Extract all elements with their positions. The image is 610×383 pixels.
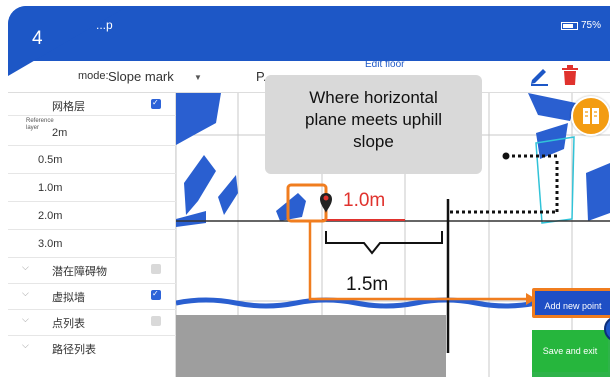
chevron-down-icon[interactable]: ⌵ <box>22 288 29 299</box>
trash-icon[interactable] <box>560 64 580 86</box>
layer-sidebar: 网格层 Reference layer 2m 0.5m 1.0m 2.0m 3.… <box>8 93 176 377</box>
sidebar-item-3-0m[interactable]: 3.0m <box>8 230 176 258</box>
pen-icon[interactable] <box>528 64 550 86</box>
chevron-down-icon[interactable]: ⌵ <box>22 314 29 325</box>
sidebar-item-2-0m[interactable]: 2.0m <box>8 202 176 230</box>
tutorial-frame: ...p 75% mode: Slope mark ▼ P... ▼ Edit … <box>0 0 610 383</box>
battery-indicator: 75% <box>561 20 601 31</box>
book-glyph <box>583 108 599 124</box>
sidebar-item-label: 网格层 <box>52 101 85 113</box>
edit-floor-link[interactable]: Edit floor <box>365 59 404 70</box>
sidebar-item-1-0m[interactable]: 1.0m <box>8 174 176 202</box>
annotation-callout: Where horizontal plane meets uphill slop… <box>265 75 482 174</box>
sidebar-item-label: 2.0m <box>38 210 63 222</box>
sidebar-item-label: 路径列表 <box>52 344 96 356</box>
add-new-point-button[interactable]: Add new point <box>532 288 610 318</box>
step-number: 4 <box>32 28 43 49</box>
sidebar-item-label: 虚拟墙 <box>52 292 85 304</box>
point-list-checkbox[interactable] <box>151 316 161 326</box>
sidebar-item-potential-obstacles[interactable]: ⌵ 潜在障碍物 <box>8 258 176 284</box>
battery-percent: 75% <box>581 20 602 31</box>
sidebar-item-point-list[interactable]: ⌵ 点列表 <box>8 310 176 336</box>
chevron-down-icon[interactable]: ⌵ <box>22 262 29 273</box>
reference-layer-caption: Reference layer <box>26 118 54 131</box>
sidebar-item-label: 2m <box>52 127 68 139</box>
sidebar-item-label: 潜在障碍物 <box>52 266 107 278</box>
sidebar-item-label: 点列表 <box>52 318 85 330</box>
chevron-down-icon[interactable]: ▼ <box>194 73 202 82</box>
tablet-screen: ...p 75% mode: Slope mark ▼ P... ▼ Edit … <box>8 6 610 377</box>
sidebar-item-label: 1.0m <box>38 182 63 194</box>
grid-layer-checkbox[interactable] <box>151 98 161 109</box>
sidebar-item-path-list[interactable]: ⌵ 路径列表 <box>8 336 176 364</box>
callout-text: Where horizontal plane meets uphill slop… <box>304 88 443 151</box>
sidebar-item-label: 0.5m <box>38 154 63 166</box>
battery-icon <box>561 21 578 30</box>
virtual-wall-checkbox[interactable] <box>151 289 161 300</box>
sidebar-item-label: 3.0m <box>38 238 63 250</box>
sidebar-item-grid-layer[interactable]: 网格层 <box>8 93 176 116</box>
measure-label: 1.0m <box>343 190 386 211</box>
gray-floor-area <box>176 315 446 377</box>
span-label: 1.5m <box>346 274 389 295</box>
sidebar-item-2m[interactable]: Reference layer 2m <box>8 116 176 146</box>
sidebar-item-virtual-wall[interactable]: ⌵ 虚拟墙 <box>8 284 176 310</box>
sidebar-item-0-5m[interactable]: 0.5m <box>8 146 176 174</box>
chevron-down-icon[interactable]: ⌵ <box>22 340 29 351</box>
obstacles-checkbox[interactable] <box>151 264 161 274</box>
book-icon[interactable] <box>571 96 610 136</box>
save-and-exit-button[interactable]: Save and exit <box>532 330 608 372</box>
